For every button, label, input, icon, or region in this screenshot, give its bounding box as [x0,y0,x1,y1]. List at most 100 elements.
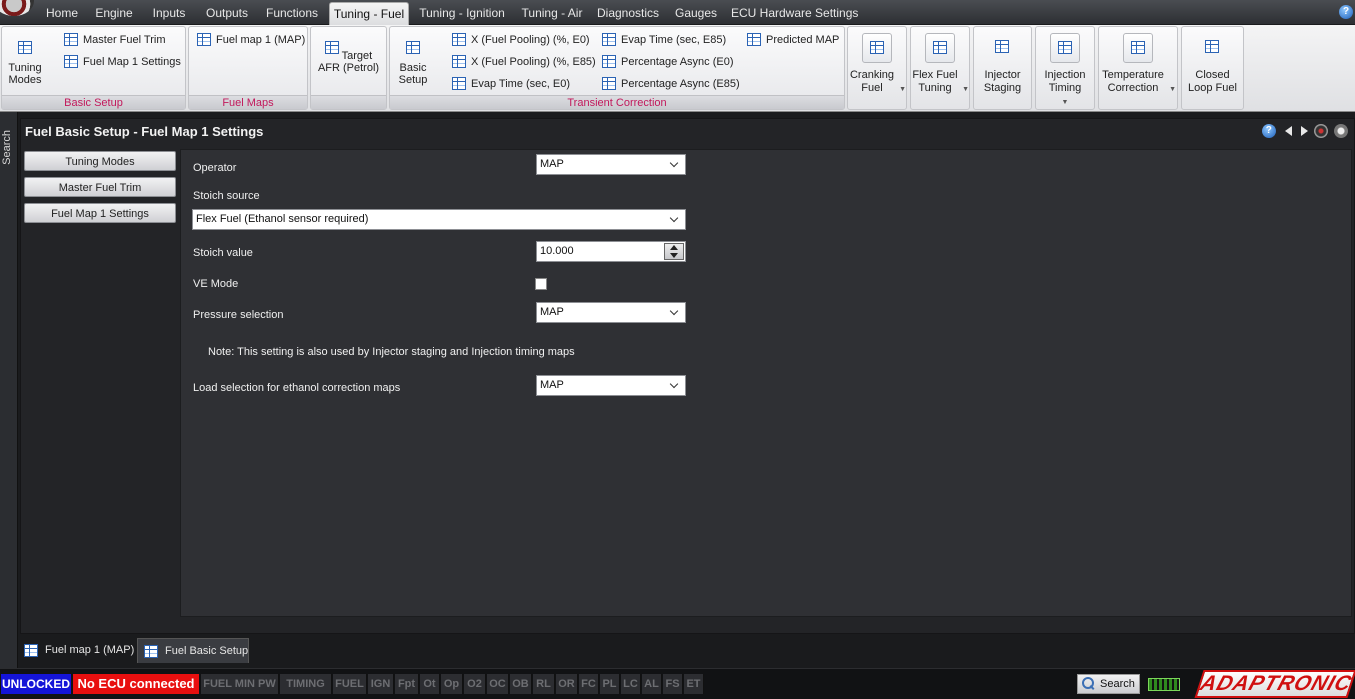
fuel-map-1-settings-label: Fuel Map 1 Settings [83,56,181,68]
chevron-down-icon [669,212,681,226]
load-selection-value: MAP [540,379,564,391]
brand-logo-text: ADAPTRONIC [1197,672,1355,695]
map-icon [870,41,884,54]
closed-loop-fuel-label: Closed Loop Fuel [1188,69,1237,94]
map-icon [452,55,466,68]
tab-ecu-hardware-settings[interactable]: ECU Hardware Settings [731,2,858,25]
percentage-async-e0-label: Percentage Async (E0) [621,56,734,68]
transient-basic-setup-button[interactable]: Basic Setup [394,41,432,86]
operator-value: MAP [540,158,564,170]
status-flag-rl: RL [533,674,555,694]
injector-staging-button[interactable]: Injector Staging [973,26,1032,110]
status-flag-fc: FC [579,674,599,694]
gauge-icon[interactable] [1313,124,1328,138]
help-icon[interactable]: ? [1261,124,1276,138]
status-flag-o2: O2 [464,674,486,694]
x-pooling-e0-button[interactable]: X (Fuel Pooling) (%, E0) [452,31,590,49]
nav-master-fuel-trim[interactable]: Master Fuel Trim [24,177,176,197]
target-afr-button[interactable]: Target AFR (Petrol) [315,41,382,74]
group-label-fuel-maps: Fuel Maps [189,95,307,109]
stoich-source-label: Stoich source [193,190,260,202]
map-icon [18,41,32,54]
lock-status-badge: UNLOCKED [1,674,71,694]
settings-panel: Fuel Basic Setup - Fuel Map 1 Settings ?… [20,118,1355,634]
nav-tuning-modes[interactable]: Tuning Modes [24,151,176,171]
map-icon [933,41,947,54]
map-icon [197,33,211,46]
forward-arrow-icon[interactable] [1300,126,1308,136]
percentage-async-e85-button[interactable]: Percentage Async (E85) [602,75,740,93]
group-target-afr: Target AFR (Petrol) [310,26,387,110]
tab-home[interactable]: Home [40,2,84,25]
operator-label: Operator [193,162,237,174]
injection-timing-button[interactable]: Injection Timing ▼ [1035,26,1095,110]
fuel-map-1-button[interactable]: Fuel map 1 (MAP) [197,31,305,49]
injector-staging-label: Injector Staging [983,69,1022,94]
dropdown-arrow-icon: ▼ [899,86,906,93]
closed-loop-fuel-button[interactable]: Closed Loop Fuel [1181,26,1244,110]
search-icon [1081,676,1095,690]
doc-tab-fuel-map-1-label: Fuel map 1 (MAP) [45,644,135,656]
tab-outputs[interactable]: Outputs [200,2,254,25]
injection-timing-iconbox [1050,33,1080,63]
evap-time-e0-button[interactable]: Evap Time (sec, E0) [452,75,570,93]
dropdown-arrow-icon: ▼ [962,86,969,93]
load-selection-select[interactable]: MAP [536,375,686,396]
evap-time-e85-button[interactable]: Evap Time (sec, E85) [602,31,726,49]
map-icon [1058,41,1072,54]
tab-gauges[interactable]: Gauges [672,2,720,25]
tab-diagnostics[interactable]: Diagnostics [596,2,660,25]
doc-tab-fuel-basic-setup-label: Fuel Basic Setup [165,645,249,657]
brand-logo: ADAPTRONIC [1194,670,1355,698]
tab-tuning-air[interactable]: Tuning - Air [516,2,588,25]
fuel-map-1-settings-button[interactable]: Fuel Map 1 Settings [64,53,181,71]
settings-table-icon [144,645,158,658]
search-button[interactable]: Search [1077,674,1140,694]
nav-fuel-map-1-settings[interactable]: Fuel Map 1 Settings [24,203,176,223]
dropdown-arrow-icon: ▼ [1061,99,1069,106]
temperature-correction-button[interactable]: Temperature Correction ▼ [1098,26,1178,110]
ve-mode-checkbox[interactable] [535,278,547,290]
app-logo [0,0,34,16]
cranking-fuel-iconbox [862,33,892,63]
close-icon[interactable] [1334,124,1348,138]
cranking-fuel-button[interactable]: Cranking Fuel ▼ [847,26,907,110]
predicted-map-button[interactable]: Predicted MAP [747,31,839,49]
group-transient-correction: Basic Setup X (Fuel Pooling) (%, E0) X (… [389,26,845,110]
doc-tab-fuel-map-1[interactable]: Fuel map 1 (MAP) [18,638,136,663]
group-label-target-afr [311,95,386,109]
closed-loop-fuel-iconbox [1198,33,1228,63]
x-pooling-e85-button[interactable]: X (Fuel Pooling) (%, E85) [452,53,596,71]
stoich-source-select[interactable]: Flex Fuel (Ethanol sensor required) [192,209,686,230]
pressure-selection-value: MAP [540,306,564,318]
back-arrow-icon[interactable] [1284,126,1292,136]
flex-fuel-tuning-label: Flex Fuel Tuning [912,69,958,94]
tuning-modes-button[interactable]: Tuning Modes [5,41,45,86]
status-flag-fs: FS [663,674,683,694]
tab-functions[interactable]: Functions [262,2,322,25]
tab-tuning-ignition[interactable]: Tuning - Ignition [416,2,508,25]
status-flag-or: OR [556,674,578,694]
tab-inputs[interactable]: Inputs [146,2,192,25]
status-flag-fuel-min-pw: FUEL MIN PW [201,674,279,694]
status-flag-fpt: Fpt [395,674,419,694]
map-icon [452,33,466,46]
spinner-arrows-icon[interactable] [664,243,684,260]
percentage-async-e0-button[interactable]: Percentage Async (E0) [602,53,734,71]
doc-tab-fuel-basic-setup[interactable]: Fuel Basic Setup [137,638,249,663]
group-fuel-maps: Fuel map 1 (MAP) Fuel Maps [188,26,308,110]
tab-engine[interactable]: Engine [90,2,138,25]
group-basic-setup: Tuning Modes Master Fuel Trim Fuel Map 1… [1,26,186,110]
map-icon [324,41,339,54]
help-icon[interactable]: ? [1339,5,1353,19]
stoich-value-input[interactable]: 10.000 [536,241,686,262]
x-pooling-e0-label: X (Fuel Pooling) (%, E0) [471,34,590,46]
group-label-transient-correction: Transient Correction [390,95,844,109]
master-fuel-trim-button[interactable]: Master Fuel Trim [64,31,166,49]
pressure-selection-select[interactable]: MAP [536,302,686,323]
flex-fuel-tuning-button[interactable]: Flex Fuel Tuning ▼ [910,26,970,110]
search-strip[interactable]: Search [0,112,18,668]
operator-select[interactable]: MAP [536,154,686,175]
tab-tuning-fuel[interactable]: Tuning - Fuel [329,2,409,25]
temperature-correction-iconbox [1123,33,1153,63]
